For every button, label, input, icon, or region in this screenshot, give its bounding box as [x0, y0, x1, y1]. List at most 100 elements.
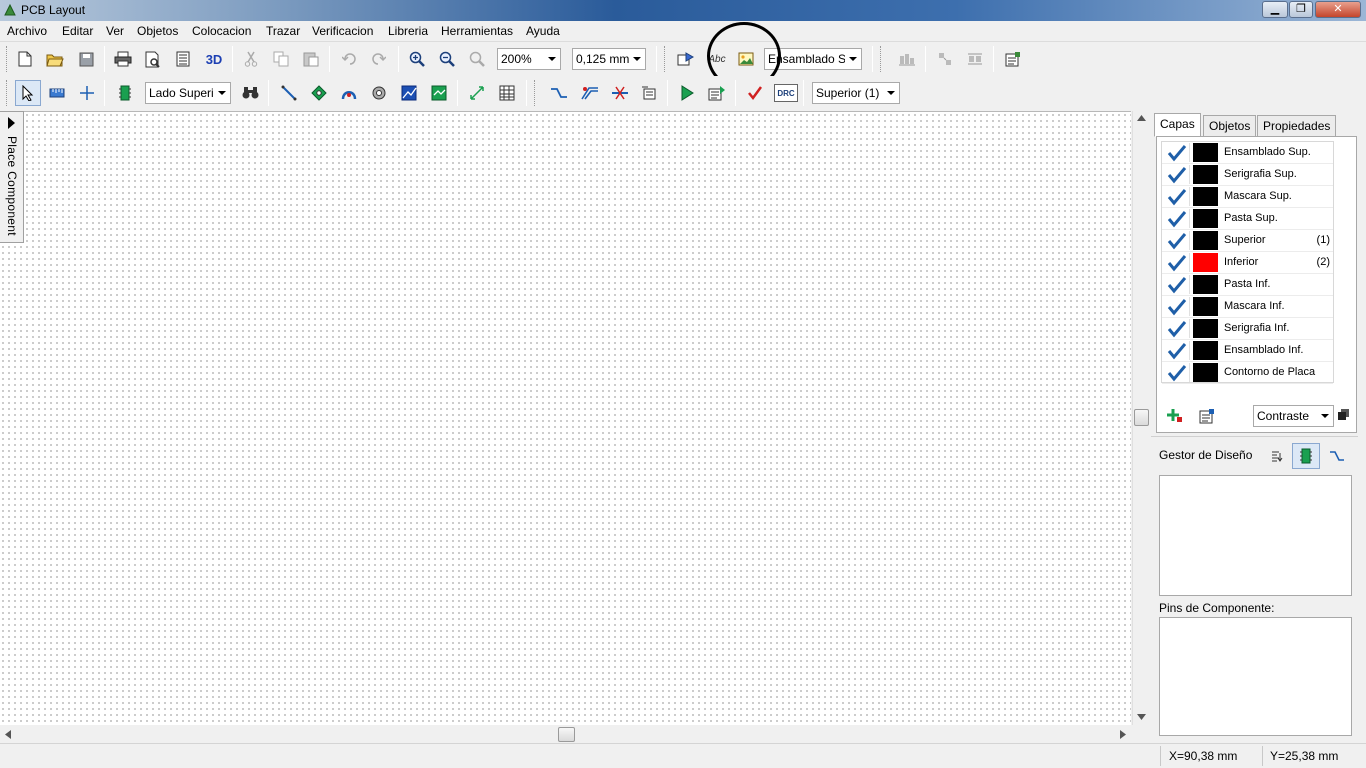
layer-row[interactable]: Superior (1)	[1162, 230, 1333, 252]
scroll-right-icon[interactable]	[1120, 730, 1126, 739]
layer-visibility-checkbox[interactable]	[1164, 341, 1190, 360]
insert-picture-tool-icon[interactable]	[674, 48, 696, 70]
layer-visibility-checkbox[interactable]	[1164, 143, 1190, 162]
layer-visibility-checkbox[interactable]	[1164, 231, 1190, 250]
vertical-scroll-thumb[interactable]	[1134, 409, 1149, 426]
layer-visibility-checkbox[interactable]	[1164, 297, 1190, 316]
align-components-icon[interactable]	[896, 48, 918, 70]
layer-color-swatch[interactable]	[1193, 143, 1218, 162]
menu-verificacion[interactable]: Verificacion	[312, 24, 373, 38]
select-pointer-icon[interactable]	[15, 80, 41, 106]
scroll-up-icon[interactable]	[1137, 115, 1146, 121]
layer-color-swatch[interactable]	[1193, 297, 1218, 316]
layer-visibility-checkbox[interactable]	[1164, 165, 1190, 184]
via-icon[interactable]	[368, 82, 390, 104]
close-button[interactable]: ✕	[1315, 1, 1361, 18]
open-folder-icon[interactable]	[44, 48, 66, 70]
layer-visibility-checkbox[interactable]	[1164, 275, 1190, 294]
maximize-button[interactable]: ❐	[1289, 1, 1313, 18]
toolbar-grip[interactable]	[880, 46, 883, 72]
toolbar-grip[interactable]	[6, 46, 9, 72]
check-design-icon[interactable]	[744, 82, 766, 104]
layer-color-swatch[interactable]	[1193, 341, 1218, 360]
layer-color-swatch[interactable]	[1193, 319, 1218, 338]
arc-icon[interactable]	[338, 82, 360, 104]
paste-icon[interactable]	[300, 48, 322, 70]
measure-icon[interactable]	[46, 82, 68, 104]
menu-ayuda[interactable]: Ayuda	[526, 24, 560, 38]
arrange-components-icon[interactable]	[964, 48, 986, 70]
nets-view-icon[interactable]	[1329, 449, 1345, 463]
pcb-canvas[interactable]	[0, 111, 1131, 725]
table-grid-icon[interactable]	[496, 82, 518, 104]
layer-row[interactable]: Contorno de Placa	[1162, 362, 1333, 384]
toolbar-grip[interactable]	[6, 80, 9, 106]
layer-color-swatch[interactable]	[1193, 209, 1218, 228]
trace-line-icon[interactable]	[278, 82, 300, 104]
dimension-icon[interactable]	[466, 82, 488, 104]
menu-colocacion[interactable]: Colocacion	[192, 24, 251, 38]
add-layer-icon[interactable]	[1167, 408, 1183, 424]
undo-icon[interactable]	[338, 48, 360, 70]
zoom-select[interactable]: 200%	[497, 48, 561, 70]
menu-ver[interactable]: Ver	[106, 24, 124, 38]
cut-trace-icon[interactable]	[609, 82, 631, 104]
menu-archivo[interactable]: Archivo	[7, 24, 47, 38]
scroll-left-icon[interactable]	[5, 730, 11, 739]
filter-list-icon[interactable]	[1271, 450, 1283, 462]
layer-color-swatch[interactable]	[1193, 231, 1218, 250]
tab-capas[interactable]: Capas	[1154, 113, 1201, 137]
layer-row[interactable]: Inferior (2)	[1162, 252, 1333, 274]
place-component-tab[interactable]: Place Component	[0, 111, 24, 243]
print-icon[interactable]	[112, 48, 134, 70]
layer-row[interactable]: Pasta Sup.	[1162, 208, 1333, 230]
layer-visibility-checkbox[interactable]	[1164, 253, 1190, 272]
menu-objetos[interactable]: Objetos	[137, 24, 178, 38]
polygon-fill-icon[interactable]	[398, 82, 420, 104]
crosshair-icon[interactable]	[76, 82, 98, 104]
report-icon[interactable]	[172, 48, 194, 70]
horizontal-scrollbar[interactable]	[0, 726, 1131, 743]
find-binoculars-icon[interactable]	[239, 82, 261, 104]
trace-layer-select[interactable]: Superior (1)	[812, 82, 900, 104]
design-manager-list[interactable]	[1159, 475, 1352, 596]
grid-size-select[interactable]: 0,125 mm	[572, 48, 646, 70]
menu-editar[interactable]: Editar	[62, 24, 93, 38]
layer-row[interactable]: Mascara Inf.	[1162, 296, 1333, 318]
component-icon[interactable]	[114, 82, 136, 104]
print-preview-icon[interactable]	[142, 48, 164, 70]
save-icon[interactable]	[75, 48, 97, 70]
contrast-select[interactable]: Contraste	[1253, 405, 1334, 427]
net-connections-icon[interactable]	[639, 82, 661, 104]
layer-row[interactable]: Serigrafia Inf.	[1162, 318, 1333, 340]
run-autorouter-icon[interactable]	[676, 82, 698, 104]
vertical-scrollbar[interactable]	[1132, 111, 1149, 725]
component-properties-icon[interactable]	[1002, 48, 1024, 70]
toolbar-grip[interactable]	[664, 46, 667, 72]
board-side-select[interactable]: Lado Superio	[145, 82, 231, 104]
pad-icon[interactable]	[308, 82, 330, 104]
layer-color-swatch[interactable]	[1193, 165, 1218, 184]
distribute-components-icon[interactable]	[934, 48, 956, 70]
layer-color-swatch[interactable]	[1193, 253, 1218, 272]
zoom-fit-icon[interactable]	[466, 48, 488, 70]
copper-pour-icon[interactable]	[428, 82, 450, 104]
zoom-in-icon[interactable]	[406, 48, 428, 70]
layer-row[interactable]: Serigrafia Sup.	[1162, 164, 1333, 186]
layer-row[interactable]: Mascara Sup.	[1162, 186, 1333, 208]
menu-herramientas[interactable]: Herramientas	[441, 24, 513, 38]
tab-objetos[interactable]: Objetos	[1203, 115, 1257, 137]
menu-libreria[interactable]: Libreria	[388, 24, 428, 38]
horizontal-scroll-thumb[interactable]	[558, 727, 575, 742]
layer-visibility-checkbox[interactable]	[1164, 187, 1190, 206]
copy-icon[interactable]	[270, 48, 292, 70]
scroll-down-icon[interactable]	[1137, 714, 1146, 720]
toolbar-grip[interactable]	[534, 80, 537, 106]
layer-visibility-checkbox[interactable]	[1164, 319, 1190, 338]
layer-settings-icon[interactable]	[1199, 408, 1215, 424]
layer-visibility-checkbox[interactable]	[1164, 209, 1190, 228]
route-bus-icon[interactable]	[579, 82, 601, 104]
cut-icon[interactable]	[240, 48, 262, 70]
layer-row[interactable]: Pasta Inf.	[1162, 274, 1333, 296]
drc-button[interactable]: DRC	[774, 84, 798, 102]
